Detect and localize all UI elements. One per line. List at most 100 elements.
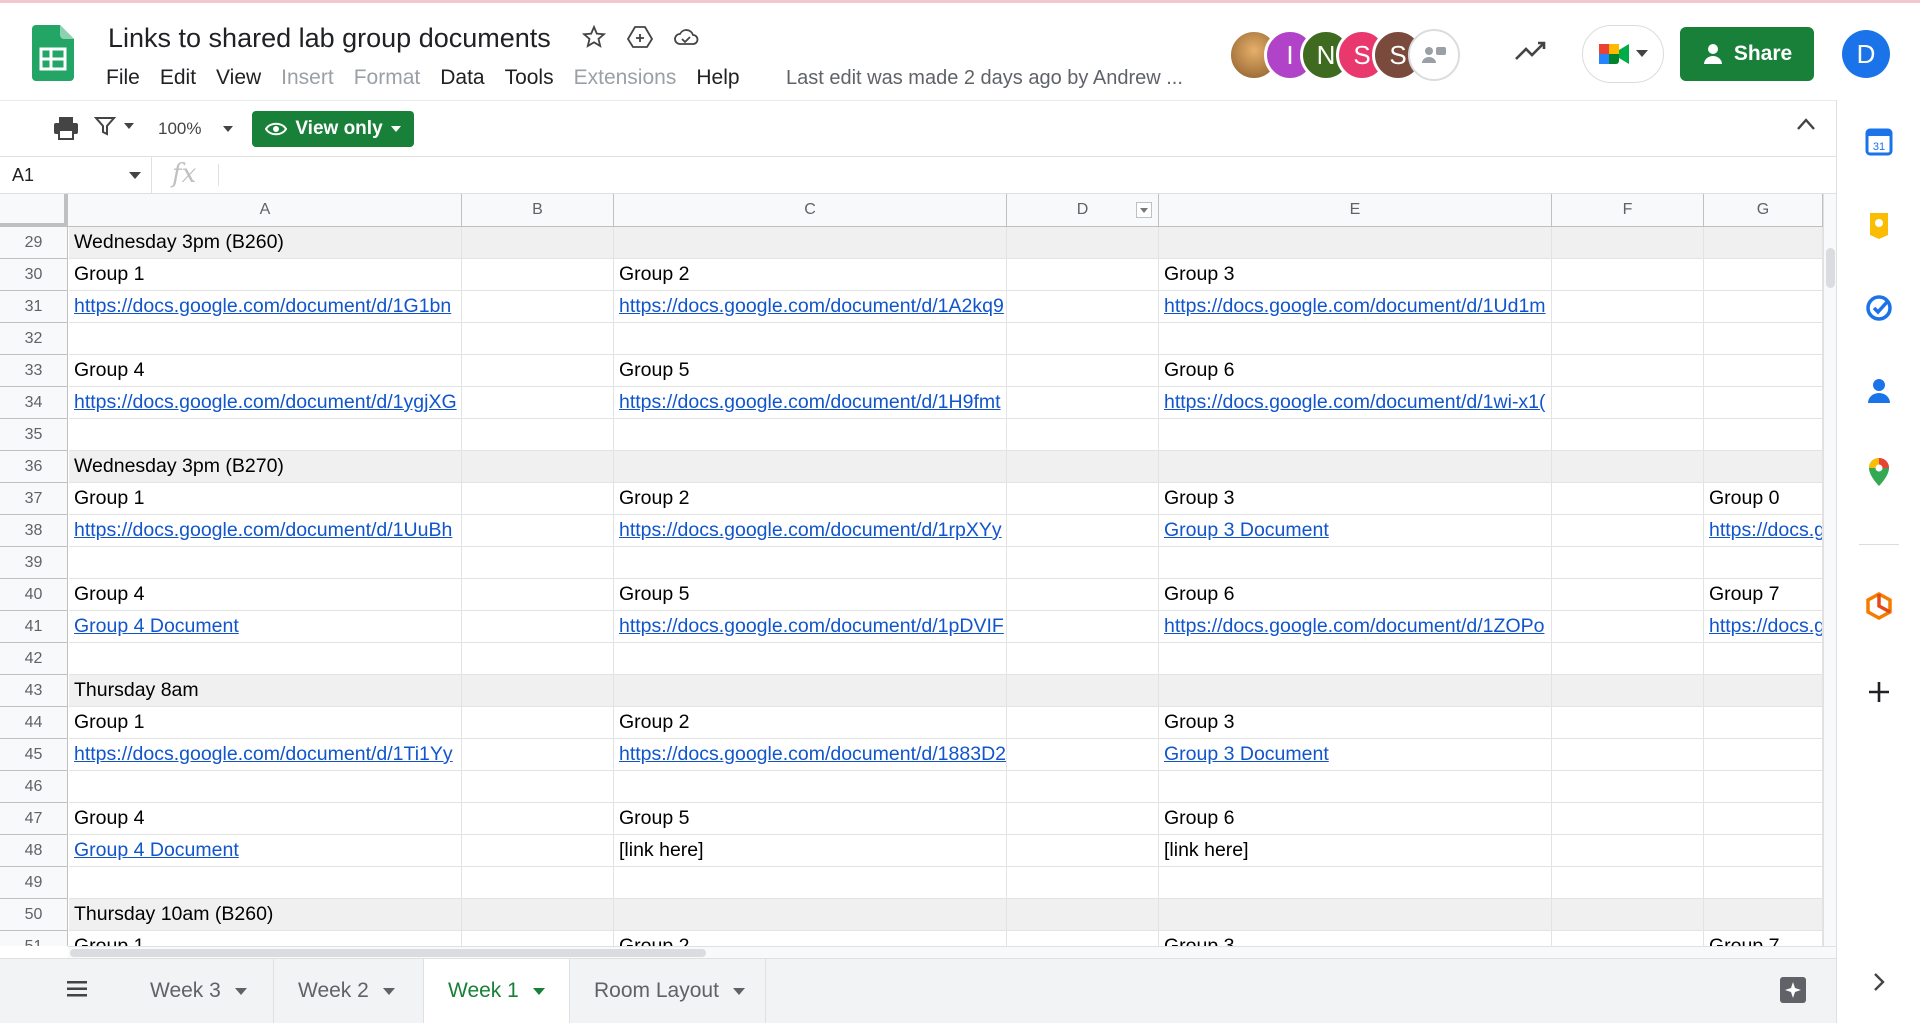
cell-link[interactable]: Group 3 Document bbox=[1159, 739, 1552, 771]
cell[interactable] bbox=[1007, 323, 1159, 355]
row-header[interactable]: 33 bbox=[0, 355, 68, 387]
cell[interactable] bbox=[1007, 771, 1159, 803]
row-header[interactable]: 38 bbox=[0, 515, 68, 547]
column-filter-dropdown-icon[interactable] bbox=[1136, 202, 1152, 218]
cell[interactable] bbox=[614, 771, 1007, 803]
share-button[interactable]: Share bbox=[1680, 27, 1814, 81]
cell[interactable] bbox=[462, 899, 614, 931]
cell[interactable] bbox=[1704, 323, 1823, 355]
cell[interactable]: Group 3 bbox=[1159, 707, 1552, 739]
column-header-b[interactable]: B bbox=[462, 194, 614, 226]
cell-link[interactable]: Group 4 Document bbox=[69, 835, 462, 867]
cell[interactable] bbox=[1552, 707, 1704, 739]
cell[interactable] bbox=[1704, 355, 1823, 387]
cell[interactable] bbox=[1007, 899, 1159, 931]
cell[interactable] bbox=[1704, 835, 1823, 867]
column-header-g[interactable]: G bbox=[1704, 194, 1823, 226]
cell[interactable] bbox=[1552, 579, 1704, 611]
horizontal-scrollbar[interactable] bbox=[68, 946, 1836, 958]
cell[interactable] bbox=[1552, 899, 1704, 931]
cell-link[interactable]: Group 4 Document bbox=[69, 611, 462, 643]
sheet-tab-week-3[interactable]: Week 3 bbox=[126, 959, 274, 1023]
cell[interactable]: Group 4 bbox=[69, 579, 462, 611]
row-header[interactable]: 36 bbox=[0, 451, 68, 483]
spreadsheet-grid[interactable]: ABCDEFG 29 Wednesday 3pm (B260) 30 Group 1G… bbox=[0, 194, 1823, 946]
cell[interactable] bbox=[1159, 451, 1552, 483]
document-title[interactable]: Links to shared lab group documents bbox=[108, 23, 551, 54]
row-header[interactable]: 46 bbox=[0, 771, 68, 803]
cell[interactable]: Group 2 bbox=[614, 483, 1007, 515]
cell[interactable] bbox=[462, 451, 614, 483]
all-sheets-icon[interactable] bbox=[66, 979, 88, 1004]
cell[interactable]: Group 6 bbox=[1159, 803, 1552, 835]
row-header[interactable]: 30 bbox=[0, 259, 68, 291]
cell[interactable] bbox=[614, 899, 1007, 931]
vertical-scrollbar[interactable] bbox=[1823, 194, 1836, 946]
cell[interactable] bbox=[1552, 387, 1704, 419]
cell[interactable]: Group 3 bbox=[1159, 931, 1552, 946]
cell-link[interactable]: https://docs.google.com/document/d/1883D… bbox=[614, 739, 1007, 771]
account-avatar[interactable]: D bbox=[1842, 30, 1890, 78]
cell[interactable] bbox=[1704, 291, 1823, 323]
cell[interactable] bbox=[69, 771, 462, 803]
column-header-e[interactable]: E bbox=[1159, 194, 1552, 226]
cell[interactable]: Group 4 bbox=[69, 803, 462, 835]
cell[interactable] bbox=[462, 579, 614, 611]
row-header[interactable]: 42 bbox=[0, 643, 68, 675]
cell[interactable] bbox=[462, 419, 614, 451]
cell[interactable] bbox=[1552, 419, 1704, 451]
cell[interactable] bbox=[1159, 419, 1552, 451]
sheet-tab-week-2[interactable]: Week 2 bbox=[274, 959, 424, 1023]
cell[interactable] bbox=[1552, 643, 1704, 675]
tasks-icon[interactable] bbox=[1863, 292, 1895, 324]
row-header[interactable]: 49 bbox=[0, 867, 68, 899]
row-header[interactable]: 40 bbox=[0, 579, 68, 611]
cell[interactable] bbox=[1007, 707, 1159, 739]
cell[interactable] bbox=[462, 803, 614, 835]
menu-tools[interactable]: Tools bbox=[505, 66, 554, 90]
cell[interactable] bbox=[69, 867, 462, 899]
keep-icon[interactable] bbox=[1863, 210, 1895, 242]
cell[interactable] bbox=[1704, 867, 1823, 899]
cell[interactable] bbox=[462, 867, 614, 899]
cell[interactable] bbox=[1007, 355, 1159, 387]
star-icon[interactable] bbox=[580, 23, 608, 51]
cell[interactable]: Group 3 bbox=[1159, 483, 1552, 515]
cell[interactable] bbox=[1704, 771, 1823, 803]
menu-view[interactable]: View bbox=[216, 66, 261, 90]
cell-link[interactable]: https://docs.google.com/document/d/1rpXY… bbox=[614, 515, 1007, 547]
row-header[interactable]: 44 bbox=[0, 707, 68, 739]
cell[interactable] bbox=[1159, 771, 1552, 803]
cell[interactable] bbox=[1007, 515, 1159, 547]
last-edit-link[interactable]: Last edit was made 2 days ago by Andrew … bbox=[786, 67, 1183, 90]
cell[interactable] bbox=[1007, 739, 1159, 771]
cell[interactable] bbox=[1007, 835, 1159, 867]
cell[interactable] bbox=[1159, 227, 1552, 259]
cell-link[interactable]: https://docs.g bbox=[1704, 515, 1823, 547]
collapse-toolbar-icon[interactable] bbox=[1796, 117, 1816, 136]
cell[interactable]: Group 4 bbox=[69, 355, 462, 387]
filter-views-button[interactable] bbox=[94, 115, 134, 137]
cell[interactable] bbox=[1159, 867, 1552, 899]
expand-panel-chevron-icon[interactable] bbox=[1863, 966, 1895, 998]
row-header[interactable]: 39 bbox=[0, 547, 68, 579]
cell[interactable] bbox=[1007, 675, 1159, 707]
cell[interactable] bbox=[1704, 547, 1823, 579]
cell[interactable] bbox=[1007, 451, 1159, 483]
explore-icon[interactable] bbox=[1778, 975, 1808, 1010]
cell[interactable]: Group 0 bbox=[1704, 483, 1823, 515]
cell[interactable] bbox=[69, 547, 462, 579]
cell[interactable]: Wednesday 3pm (B270) bbox=[69, 451, 462, 483]
menu-help[interactable]: Help bbox=[696, 66, 739, 90]
cell[interactable] bbox=[1704, 451, 1823, 483]
row-header[interactable]: 51 bbox=[0, 931, 68, 946]
column-header-c[interactable]: C bbox=[614, 194, 1007, 226]
menu-edit[interactable]: Edit bbox=[160, 66, 196, 90]
more-collaborators-icon[interactable] bbox=[1408, 29, 1460, 81]
move-to-drive-icon[interactable] bbox=[626, 23, 654, 51]
cell[interactable] bbox=[1159, 643, 1552, 675]
add-addon-icon[interactable] bbox=[1863, 676, 1895, 708]
menu-data[interactable]: Data bbox=[440, 66, 484, 90]
cell[interactable] bbox=[462, 355, 614, 387]
cell[interactable]: Group 2 bbox=[614, 259, 1007, 291]
